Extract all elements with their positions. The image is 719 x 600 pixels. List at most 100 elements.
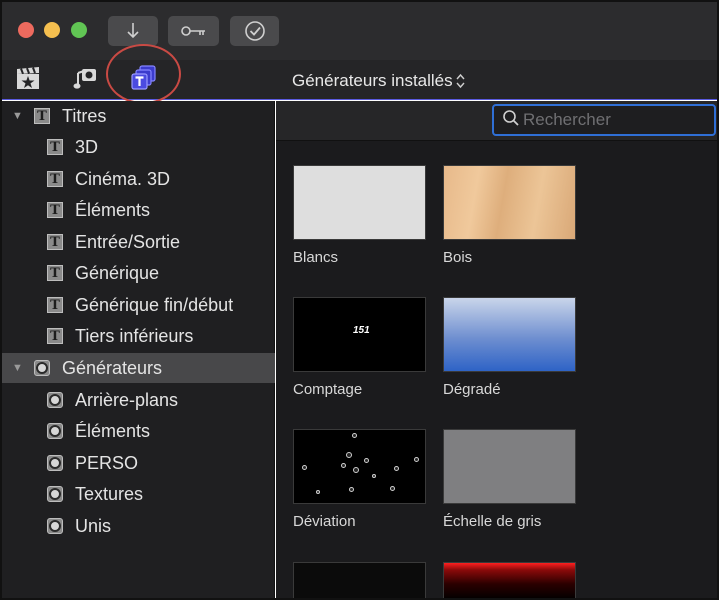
sidebar-item-label: Tiers inférieurs: [75, 325, 194, 346]
sidebar-item-label: PERSO: [75, 452, 139, 473]
up-down-chevron-icon: [456, 73, 465, 89]
import-button[interactable]: [108, 16, 158, 46]
particle: [316, 490, 320, 494]
generator-tile-echelle-de-gris[interactable]: Échelle de gris: [443, 429, 576, 530]
sidebar-item-elements-titres[interactable]: T Éléments: [2, 195, 275, 225]
generator-tile-degrade[interactable]: Dégradé: [443, 297, 576, 398]
generator-thumbnail: [293, 165, 426, 240]
sidebar-item-label: Éléments: [75, 199, 151, 220]
sidebar-item-label: Arrière-plans: [75, 389, 179, 410]
sidebar-group-label: Générateurs: [62, 357, 163, 378]
search-field[interactable]: [492, 104, 716, 136]
checkmark-circle-icon: [244, 20, 266, 42]
sidebar-item-label: Textures: [75, 483, 144, 504]
generator-icon: [47, 455, 63, 471]
minimize-window-button[interactable]: [44, 22, 60, 38]
generator-tile-blancs[interactable]: Blancs: [293, 165, 426, 266]
counter-preview-text: 151: [353, 325, 370, 336]
title-icon: T: [47, 139, 63, 155]
clapperboard-star-icon: [15, 65, 41, 96]
search-input[interactable]: [523, 110, 713, 130]
particle: [302, 465, 307, 470]
sidebar-group-label: Titres: [62, 105, 107, 126]
library-sidebar: ▼ T Titres T 3D T Cinéma. 3D T Éléments …: [2, 101, 275, 598]
sidebar-item-cinema-3d[interactable]: T Cinéma. 3D: [2, 164, 275, 194]
sidebar-item-label: Éléments: [75, 420, 151, 441]
sidebar-item-tiers-inferieurs[interactable]: T Tiers inférieurs: [2, 321, 275, 351]
generator-icon: [47, 392, 63, 408]
particle: [349, 487, 354, 492]
sidebar-item-generique[interactable]: T Générique: [2, 258, 275, 288]
generator-thumbnail: [293, 429, 426, 504]
sidebar-item-label: Générique fin/début: [75, 294, 234, 315]
generator-tile-comptage[interactable]: 151 Comptage: [293, 297, 426, 398]
particle: [372, 474, 376, 478]
background-tasks-button[interactable]: [230, 16, 279, 46]
zoom-window-button[interactable]: [71, 22, 87, 38]
sidebar-item-entree-sortie[interactable]: T Entrée/Sortie: [2, 227, 275, 257]
sidebar-item-label: Générique: [75, 262, 160, 283]
particle: [414, 457, 419, 462]
sidebar-group-generateurs[interactable]: ▼ Générateurs: [2, 353, 275, 383]
generator-label: Dégradé: [443, 381, 501, 398]
sidebar-item-3d[interactable]: T 3D: [2, 132, 275, 162]
title-icon: T: [47, 297, 63, 313]
download-arrow-icon: [126, 22, 140, 40]
annotation-circle: [106, 44, 181, 104]
search-bar: [276, 101, 717, 141]
generator-tile-partial[interactable]: [293, 562, 426, 598]
sidebar-item-arriere-plans[interactable]: Arrière-plans: [2, 385, 275, 415]
window-toolbar: [2, 2, 717, 60]
music-sound-tab[interactable]: [72, 66, 100, 94]
title-icon: T: [47, 202, 63, 218]
photos-audio-tab[interactable]: [14, 66, 42, 94]
title-icon: T: [47, 265, 63, 281]
particle: [364, 458, 369, 463]
generator-label: Blancs: [293, 249, 339, 266]
particle: [394, 466, 399, 471]
particle: [352, 433, 357, 438]
generator-tile-partial[interactable]: [443, 562, 576, 598]
sidebar-item-elements-generateurs[interactable]: Éléments: [2, 416, 275, 446]
title-icon: T: [47, 171, 63, 187]
generator-label: Comptage: [293, 381, 363, 398]
sidebar-item-generique-fin-debut[interactable]: T Générique fin/début: [2, 290, 275, 320]
sidebar-item-label: Entrée/Sortie: [75, 231, 181, 252]
generator-source-label: Générateurs installés: [292, 71, 453, 90]
generator-thumbnail: [293, 562, 426, 598]
sidebar-item-label: Cinéma. 3D: [75, 168, 171, 189]
generator-browser: Blancs Bois 151 Comptage Dégradé Dévia: [276, 101, 717, 598]
particle: [353, 467, 359, 473]
search-icon: [494, 109, 520, 132]
generator-label: Échelle de gris: [443, 513, 542, 530]
disclosure-triangle-icon[interactable]: ▼: [12, 110, 23, 122]
disclosure-triangle-icon[interactable]: ▼: [12, 362, 23, 374]
title-icon: T: [34, 108, 50, 124]
keywords-button[interactable]: [168, 16, 219, 46]
title-icon: T: [47, 234, 63, 250]
generator-thumbnail: [443, 165, 576, 240]
sidebar-item-label: Unis: [75, 515, 112, 536]
particle: [346, 452, 352, 458]
generator-label: Déviation: [293, 513, 356, 530]
key-icon: [180, 25, 207, 37]
generator-icon: [47, 486, 63, 502]
sidebar-item-textures[interactable]: Textures: [2, 479, 275, 509]
generator-label: Bois: [443, 249, 473, 266]
generator-tile-bois[interactable]: Bois: [443, 165, 576, 266]
close-window-button[interactable]: [18, 22, 34, 38]
generator-icon: [47, 423, 63, 439]
generator-tile-deviation[interactable]: Déviation: [293, 429, 426, 530]
title-icon: T: [47, 328, 63, 344]
generator-thumbnail: [443, 562, 576, 598]
sidebar-group-titres[interactable]: ▼ T Titres: [2, 101, 275, 131]
sidebar-item-label: 3D: [75, 136, 99, 157]
generator-source-selector[interactable]: Générateurs installés: [292, 71, 465, 91]
generator-icon: [34, 360, 50, 376]
generator-thumbnail: [443, 429, 576, 504]
generator-icon: [47, 518, 63, 534]
sidebar-item-perso[interactable]: PERSO: [2, 448, 275, 478]
generator-thumbnail: 151: [293, 297, 426, 372]
particle: [341, 463, 346, 468]
sidebar-item-unis[interactable]: Unis: [2, 511, 275, 541]
